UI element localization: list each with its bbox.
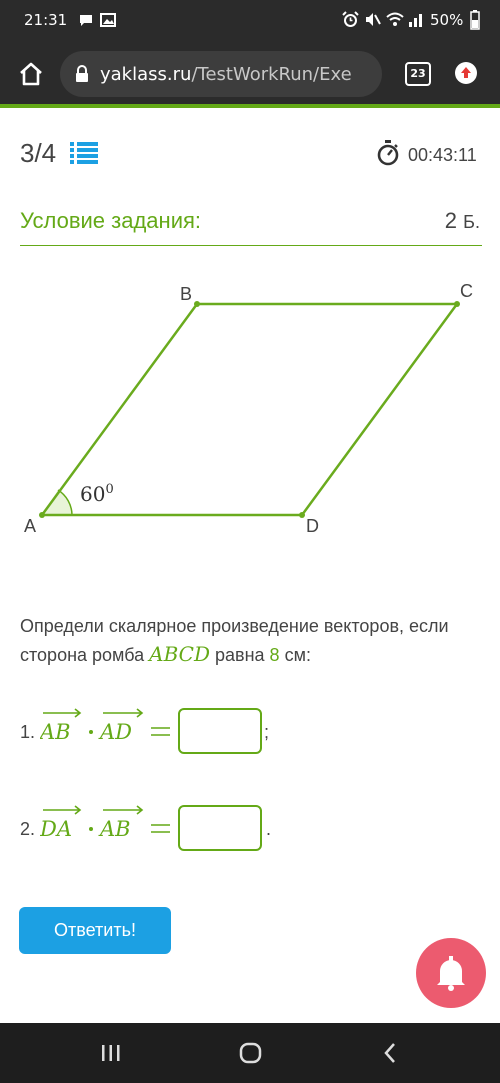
tabs-count-button[interactable]: 23: [405, 62, 431, 86]
dot-operator: [89, 730, 93, 734]
question-progress: 3/4: [20, 138, 57, 168]
question-2-tail: .: [266, 819, 272, 839]
answer-2-input[interactable]: [178, 805, 262, 851]
vertex-a: [39, 512, 45, 518]
vector-arrow-ab: [43, 708, 82, 718]
angle-degree-mark: 0: [105, 482, 113, 497]
question-1-row: 1. AB AD ;: [20, 708, 320, 758]
mute-icon: [364, 11, 381, 32]
task-text-mid: равна: [210, 645, 270, 665]
system-navigation-bar: [0, 1023, 500, 1083]
wifi-icon: [386, 11, 404, 32]
vector-ab-label: AB: [40, 720, 71, 744]
vertex-b: [194, 301, 200, 307]
home-nav-icon[interactable]: [239, 1042, 263, 1064]
question-2-expression: DA AB: [40, 805, 170, 841]
lock-icon: [74, 65, 90, 88]
bell-icon: [437, 956, 465, 991]
address-bar[interactable]: yaklass.ru/TestWorkRun/Exe: [60, 51, 382, 97]
points-number: 2: [444, 208, 458, 233]
url-domain: yaklass.ru: [100, 64, 192, 85]
url-path: /TestWorkRun/Exe: [191, 64, 352, 85]
back-icon[interactable]: [382, 1042, 398, 1064]
signal-icon: [408, 11, 424, 32]
condition-divider: [20, 245, 482, 246]
task-statement: Определи скалярное произведение векторов…: [20, 612, 490, 669]
notifications-button[interactable]: [416, 938, 486, 1008]
rhombus-name: ABCD: [149, 642, 210, 666]
battery-icon: [470, 10, 480, 34]
battery-percent: 50%: [430, 11, 464, 29]
vertex-d: [299, 512, 305, 518]
task-text-after: см:: [279, 645, 311, 665]
question-2-number: 2.: [20, 819, 36, 839]
question-1-expression: AB AD: [40, 708, 170, 744]
rhombus-figure: A B C D 600: [24, 281, 473, 536]
answer-1-input[interactable]: [178, 708, 262, 754]
vector-arrow-da: [43, 805, 82, 815]
vector-da-label: DA: [40, 817, 72, 841]
equals-sign: [151, 727, 170, 736]
status-bar: 21:31 50%: [0, 0, 500, 40]
vector-ad-label: AD: [98, 720, 132, 744]
question-1-tail: ;: [264, 722, 270, 742]
page-top-accent-line: [0, 104, 500, 108]
vertex-c: [454, 301, 460, 307]
points-value: 2 Б.: [445, 208, 480, 234]
status-time: 21:31: [24, 11, 68, 29]
vector-ab-label-2: AB: [98, 817, 131, 841]
angle-value: 60: [80, 482, 105, 506]
url-text: yaklass.ru/TestWorkRun/Exe: [100, 64, 352, 85]
alarm-icon: [342, 11, 359, 32]
dot-operator: [89, 827, 93, 831]
side-length: 8: [269, 645, 280, 665]
label-a: A: [24, 516, 36, 536]
question-1-number: 1.: [20, 722, 36, 742]
gallery-notification-icon: [100, 12, 116, 32]
chat-notification-icon: [78, 12, 94, 32]
submit-answer-button[interactable]: Ответить!: [19, 907, 171, 954]
vector-arrow-ad: [103, 708, 144, 718]
label-c: C: [460, 281, 473, 301]
vector-arrow-ab-2: [103, 805, 144, 815]
equals-sign: [151, 824, 170, 833]
points-unit: Б.: [463, 212, 480, 232]
label-d: D: [306, 516, 319, 536]
angle-label: 600: [80, 482, 114, 506]
label-b: B: [180, 284, 192, 304]
recents-icon[interactable]: [100, 1043, 122, 1063]
stopwatch-icon: [376, 140, 400, 171]
condition-title: Условие задания:: [20, 208, 202, 233]
upload-arrow-icon[interactable]: [455, 62, 477, 84]
timer-value: 00:43:11: [408, 145, 477, 165]
home-icon[interactable]: [17, 60, 45, 88]
question-list-icon[interactable]: [70, 141, 98, 170]
question-2-row: 2. DA AB .: [20, 805, 320, 855]
